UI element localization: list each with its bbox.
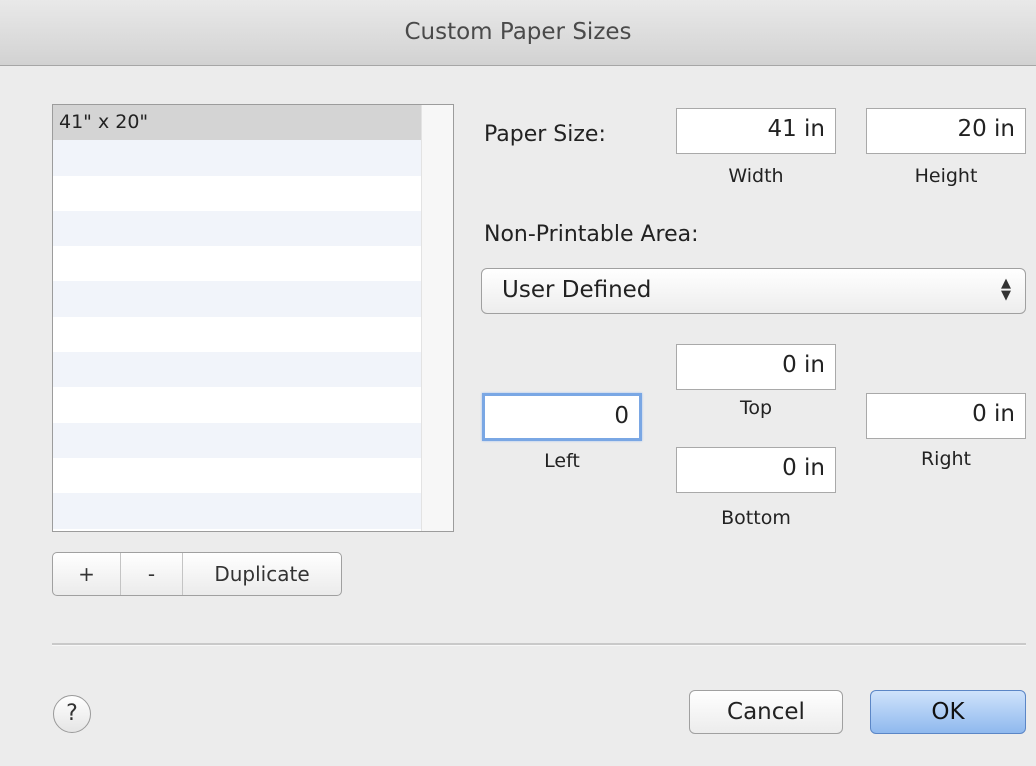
list-item[interactable] bbox=[53, 387, 421, 423]
non-printable-area-label: Non-Printable Area: bbox=[484, 222, 699, 247]
height-field[interactable]: 20 in bbox=[866, 108, 1026, 154]
divider bbox=[52, 643, 1026, 646]
paper-size-label: Paper Size: bbox=[484, 122, 606, 147]
paper-size-list[interactable]: 41" x 20" bbox=[52, 104, 454, 532]
right-label: Right bbox=[920, 448, 972, 470]
list-item[interactable] bbox=[53, 422, 421, 458]
list-item[interactable] bbox=[53, 140, 421, 176]
duplicate-button[interactable]: Duplicate bbox=[183, 553, 341, 595]
list-item-label: 41" x 20" bbox=[59, 111, 149, 133]
list-action-buttons: + - Duplicate bbox=[52, 552, 342, 596]
bottom-margin-field[interactable]: 0 in bbox=[676, 447, 836, 493]
right-margin-field[interactable]: 0 in bbox=[866, 393, 1026, 439]
paper-size-list-rows: 41" x 20" bbox=[53, 105, 421, 531]
left-label: Left bbox=[544, 450, 580, 472]
up-down-arrows-icon: ▲ ▼ bbox=[1001, 276, 1011, 303]
help-button[interactable]: ? bbox=[53, 695, 91, 733]
list-item[interactable]: 41" x 20" bbox=[53, 105, 421, 141]
list-item[interactable] bbox=[53, 316, 421, 353]
list-scrollbar[interactable] bbox=[421, 105, 453, 531]
top-label: Top bbox=[739, 397, 773, 419]
add-button[interactable]: + bbox=[53, 553, 121, 595]
remove-button[interactable]: - bbox=[121, 553, 183, 595]
non-printable-area-popup[interactable]: User Defined ▲ ▼ bbox=[481, 268, 1026, 314]
popup-selected-value: User Defined bbox=[502, 277, 652, 303]
bottom-label: Bottom bbox=[721, 507, 791, 529]
width-label: Width bbox=[728, 165, 784, 187]
window-title: Custom Paper Sizes bbox=[404, 19, 632, 45]
cancel-button[interactable]: Cancel bbox=[689, 690, 843, 734]
list-item[interactable] bbox=[53, 175, 421, 211]
list-item[interactable] bbox=[53, 457, 421, 494]
list-item[interactable] bbox=[53, 246, 421, 282]
list-item[interactable] bbox=[53, 281, 421, 317]
title-bar: Custom Paper Sizes bbox=[0, 0, 1036, 66]
left-margin-field[interactable]: 0 bbox=[482, 393, 642, 441]
list-item[interactable] bbox=[53, 493, 421, 529]
height-label: Height bbox=[914, 165, 978, 187]
list-item[interactable] bbox=[53, 210, 421, 247]
list-item[interactable] bbox=[53, 352, 421, 388]
width-field[interactable]: 41 in bbox=[676, 108, 836, 154]
ok-button[interactable]: OK bbox=[870, 690, 1026, 734]
top-margin-field[interactable]: 0 in bbox=[676, 344, 836, 390]
